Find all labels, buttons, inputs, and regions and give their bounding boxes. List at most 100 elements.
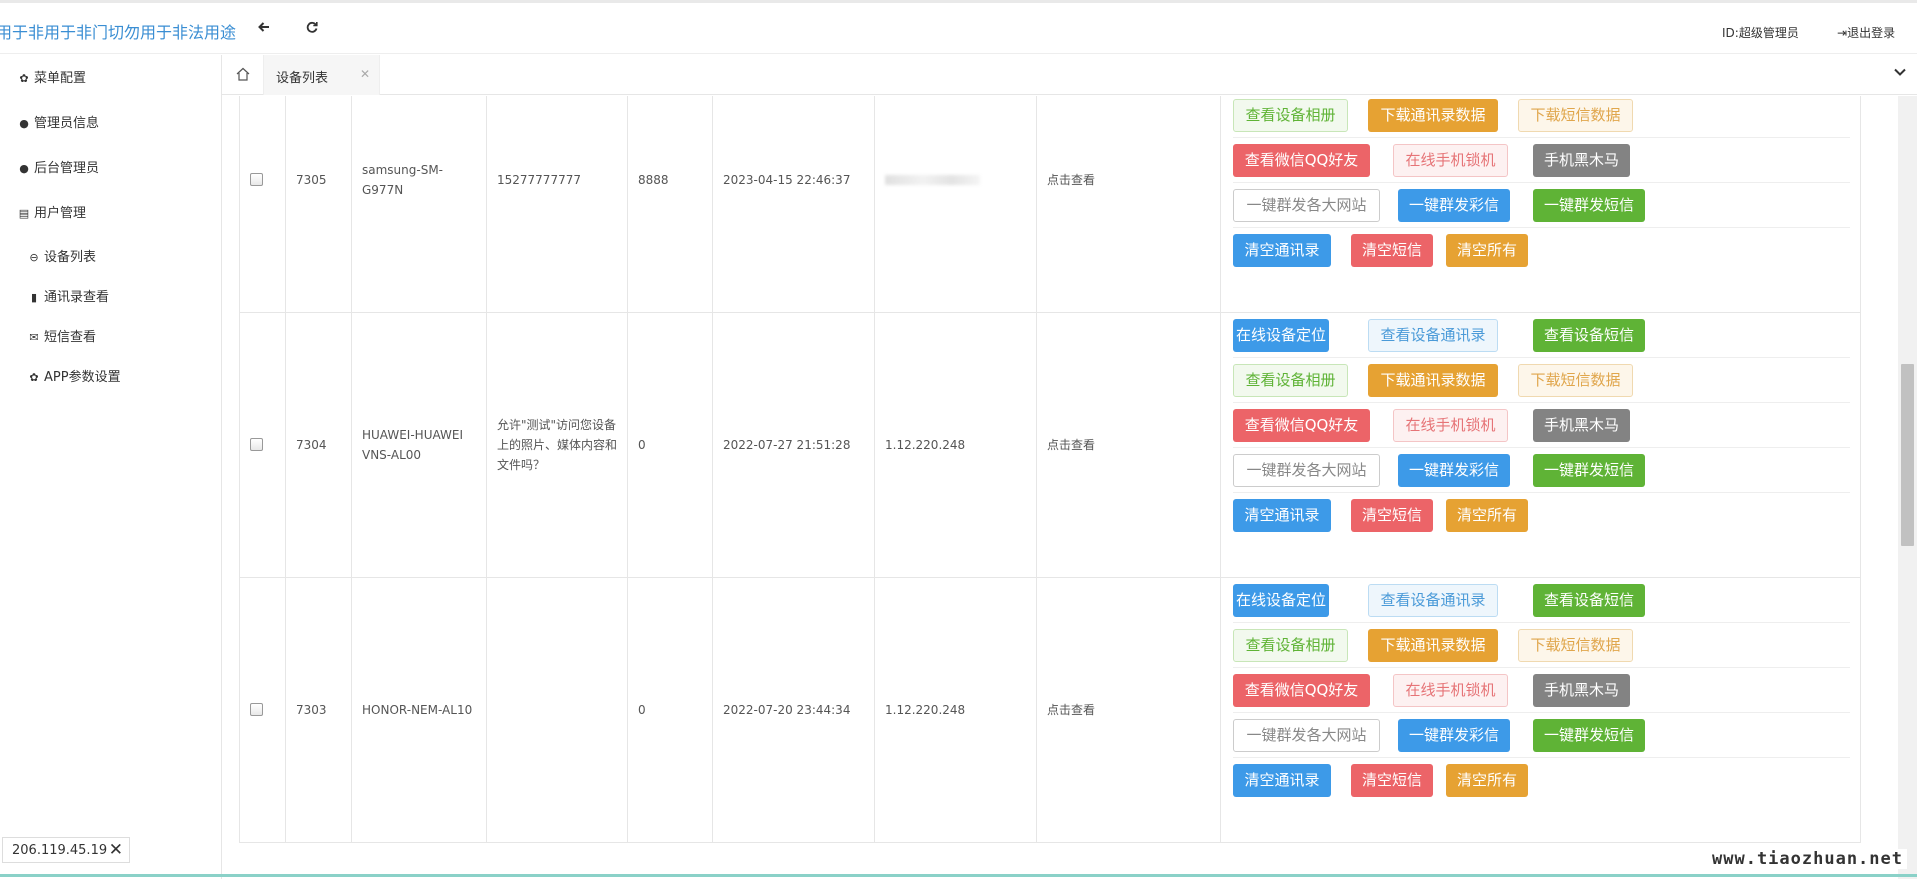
action-button[interactable]: 下载通讯录数据: [1368, 99, 1498, 132]
ip-cell: [875, 96, 1037, 312]
action-button[interactable]: 下载通讯录数据: [1368, 629, 1498, 662]
action-button[interactable]: 下载短信数据: [1518, 99, 1633, 132]
sidebar-item-label: 用户管理: [34, 206, 87, 221]
device-code: 0: [638, 703, 646, 717]
row-checkbox[interactable]: [250, 703, 263, 716]
model-line: HONOR-NEM-AL10: [362, 703, 473, 717]
action-button[interactable]: 查看设备短信: [1533, 319, 1645, 352]
chevron-down-icon: [1894, 68, 1906, 76]
action-button[interactable]: 一键群发各大网站: [1233, 454, 1380, 487]
action-button[interactable]: 一键群发彩信: [1398, 719, 1510, 752]
back-button[interactable]: [258, 21, 270, 37]
sidebar-item-contacts[interactable]: ▮ 通讯录查看: [27, 286, 109, 305]
action-button[interactable]: 在线手机锁机: [1393, 409, 1508, 442]
view-cell: 点击查看: [1037, 96, 1221, 312]
action-button[interactable]: 在线设备定位: [1233, 319, 1329, 352]
action-button[interactable]: 在线设备定位: [1233, 584, 1329, 617]
sidebar-item-label: 后台管理员: [34, 161, 100, 176]
action-panel: 在线设备定位 查看设备通讯录 查看设备短信查看设备相册下载通讯录数据下载短信数据查看…: [1221, 578, 1860, 842]
action-button[interactable]: 查看微信QQ好友: [1233, 674, 1370, 707]
action-row: 在线设备定位 查看设备通讯录 查看设备短信: [1233, 313, 1850, 358]
sidebar-item-backend-admin[interactable]: ● 后台管理员: [17, 157, 99, 176]
row-checkbox[interactable]: [250, 438, 263, 451]
action-button[interactable]: 查看微信QQ好友: [1233, 144, 1370, 177]
view-link[interactable]: 点击查看: [1047, 435, 1095, 455]
action-button[interactable]: 下载短信数据: [1518, 364, 1633, 397]
action-button[interactable]: 一键群发彩信: [1398, 454, 1510, 487]
action-button[interactable]: 下载通讯录数据: [1368, 364, 1498, 397]
device-table-container[interactable]: 7305 samsung-SM- G977N 15277777777 8888 2…: [222, 96, 1898, 879]
action-button[interactable]: 清空短信: [1351, 234, 1433, 267]
device-id: 7304: [296, 438, 327, 452]
action-button[interactable]: 在线手机锁机: [1393, 144, 1508, 177]
action-button[interactable]: 清空通讯录: [1233, 499, 1331, 532]
action-button[interactable]: 下载短信数据: [1518, 629, 1633, 662]
tab-device-list[interactable]: 设备列表 ✕: [264, 55, 380, 95]
action-button[interactable]: 清空通讯录: [1233, 764, 1331, 797]
action-button[interactable]: 清空通讯录: [1233, 234, 1331, 267]
sidebar-item-admin-info[interactable]: ● 管理员信息: [17, 112, 99, 131]
tab-menu-button[interactable]: [1893, 65, 1907, 82]
action-button[interactable]: 一键群发短信: [1533, 454, 1645, 487]
action-button[interactable]: 一键群发各大网站: [1233, 189, 1380, 222]
sidebar-item-sms[interactable]: ✉ 短信查看: [27, 326, 96, 345]
scrollbar-thumb[interactable]: [1901, 364, 1914, 546]
table-row: 7304 HUAWEI-HUAWEI VNS-AL00 允许"测试"访问您设备 上的…: [240, 313, 1860, 578]
action-button[interactable]: 查看微信QQ好友: [1233, 409, 1370, 442]
action-button[interactable]: 手机黑木马: [1533, 144, 1630, 177]
sidebar-item-user-management[interactable]: ▤ 用户管理: [17, 202, 86, 221]
action-panel: 在线设备定位查看设备通讯录查看设备短信查看设备相册下载通讯录数据下载短信数据查看…: [1221, 96, 1860, 312]
action-row: 清空通讯录 清空短信 清空所有: [1233, 493, 1850, 538]
action-button[interactable]: 手机黑木马: [1533, 409, 1630, 442]
action-button[interactable]: 一键群发彩信: [1398, 189, 1510, 222]
action-button[interactable]: 查看设备短信: [1533, 584, 1645, 617]
action-button[interactable]: 查看设备相册: [1233, 629, 1348, 662]
sidebar-item-app-settings[interactable]: ✿ APP参数设置: [27, 366, 120, 385]
user-icon: ●: [19, 162, 29, 175]
action-button[interactable]: 一键群发短信: [1533, 189, 1645, 222]
action-button[interactable]: 清空所有: [1446, 499, 1528, 532]
action-button[interactable]: 一键群发各大网站: [1233, 719, 1380, 752]
row-checkbox[interactable]: [250, 173, 263, 186]
tab-home[interactable]: [222, 55, 264, 95]
action-row: 查看设备相册 下载通讯录数据 下载短信数据: [1233, 358, 1850, 403]
tab-label: 设备列表: [276, 71, 329, 86]
action-row: 清空通讯录 清空短信 清空所有: [1233, 228, 1850, 273]
time-cell: 2022-07-20 23:44:34: [713, 578, 875, 842]
ip-cell: 1.12.220.248: [875, 578, 1037, 842]
sidebar-item-device-list[interactable]: ⊖ 设备列表: [27, 246, 96, 265]
action-button[interactable]: 清空短信: [1351, 499, 1433, 532]
action-row: 查看设备相册 下载通讯录数据 下载短信数据: [1233, 96, 1850, 138]
logout-button[interactable]: ⇥退出登录: [1837, 24, 1895, 41]
tab-bar: 设备列表 ✕: [222, 55, 1917, 95]
refresh-button[interactable]: [306, 21, 318, 37]
device-time: 2022-07-27 21:51:28: [723, 438, 851, 452]
phone-line: 上的照片、媒体内容和: [497, 438, 618, 452]
action-button[interactable]: 查看设备通讯录: [1368, 319, 1498, 352]
sidebar-item-menu-config[interactable]: ✿ 菜单配置: [17, 67, 86, 86]
action-button[interactable]: 手机黑木马: [1533, 674, 1630, 707]
close-icon[interactable]: ✕: [109, 840, 123, 860]
sidebar-item-label: 管理员信息: [34, 116, 100, 131]
action-button[interactable]: 查看设备通讯录: [1368, 584, 1498, 617]
refresh-icon: [306, 21, 318, 33]
action-button[interactable]: 查看设备相册: [1233, 364, 1348, 397]
device-ip: 1.12.220.248: [885, 438, 966, 452]
action-row: 清空通讯录 清空短信 清空所有: [1233, 758, 1850, 803]
time-cell: 2022-07-27 21:51:28: [713, 313, 875, 577]
close-icon[interactable]: ✕: [360, 67, 370, 81]
action-button[interactable]: 清空所有: [1446, 234, 1528, 267]
action-button[interactable]: 在线手机锁机: [1393, 674, 1508, 707]
current-user[interactable]: ID:超级管理员: [1722, 24, 1799, 41]
code-cell: 8888: [628, 96, 713, 312]
top-header: 用于非用于非门切勿用于非法用途 ID:超级管理员 ⇥退出登录: [0, 0, 1917, 54]
action-row: 查看微信QQ好友 在线手机锁机 手机黑木马: [1233, 403, 1850, 448]
gear-icon: ✿: [29, 371, 39, 384]
action-button[interactable]: 清空短信: [1351, 764, 1433, 797]
view-link[interactable]: 点击查看: [1047, 700, 1095, 720]
watermark: www.tiaozhuan.net: [1708, 849, 1907, 869]
action-button[interactable]: 查看设备相册: [1233, 99, 1348, 132]
action-button[interactable]: 清空所有: [1446, 764, 1528, 797]
action-button[interactable]: 一键群发短信: [1533, 719, 1645, 752]
view-link[interactable]: 点击查看: [1047, 170, 1095, 190]
